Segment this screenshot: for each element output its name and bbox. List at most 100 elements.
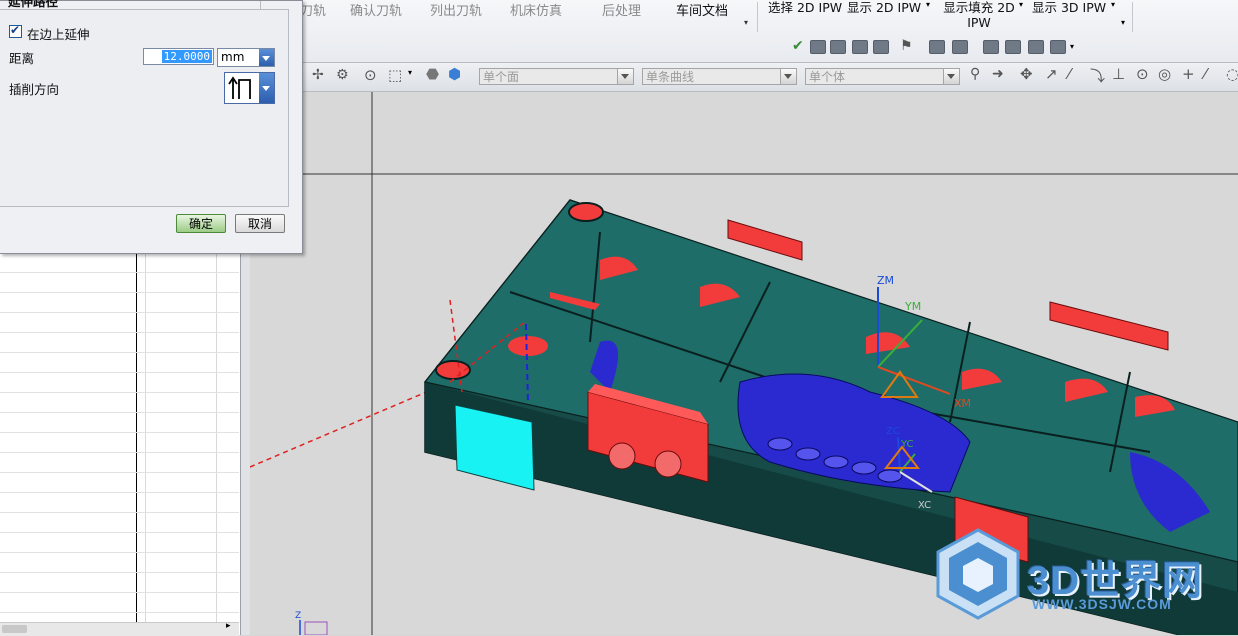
chevron-down-icon[interactable]: ▾ — [1070, 42, 1074, 51]
chevron-down-icon[interactable] — [259, 73, 274, 103]
table-row[interactable] — [0, 513, 239, 533]
control-point-icon[interactable]: ⤵ — [1090, 65, 1105, 86]
pocket-hole — [823, 455, 849, 469]
chevron-down-icon[interactable] — [780, 69, 796, 84]
more-snap-icon[interactable]: ◌ — [1226, 65, 1238, 83]
select-box-icon[interactable]: ⬚ — [388, 66, 402, 84]
chevron-down-icon[interactable] — [259, 49, 274, 66]
intersection-icon[interactable]: ⊥ — [1112, 65, 1125, 83]
distance-input[interactable]: 12.0000 — [143, 48, 214, 65]
triad-z-label: Z — [295, 611, 301, 621]
arrow-right-icon[interactable]: ➜ — [992, 66, 1004, 82]
pocket-hole — [851, 461, 877, 475]
existing-point-icon[interactable]: + — [1182, 65, 1195, 83]
chevron-down-icon[interactable] — [943, 69, 959, 84]
table-row[interactable] — [0, 593, 239, 613]
ok-button[interactable]: 确定 — [176, 214, 226, 233]
machine-icon[interactable] — [1028, 40, 1044, 54]
ribbon-tab-toolpath[interactable]: 刀轨 — [300, 0, 326, 19]
panel-splitter[interactable] — [240, 253, 250, 635]
ribbon-tab-list-toolpath[interactable]: 列出刀轨 — [430, 0, 482, 19]
body-filter-select[interactable]: 单个体 — [805, 68, 960, 85]
sort-icon[interactable] — [1005, 40, 1021, 54]
select-2d-ipw-button[interactable]: 选择 2D IPW — [768, 0, 842, 15]
side-hole — [654, 450, 682, 478]
quadrant-icon[interactable]: ◎ — [1158, 65, 1171, 83]
machine-icon[interactable] — [873, 40, 889, 54]
verify-check-icon[interactable]: ✔ — [792, 38, 804, 54]
table-row[interactable] — [0, 313, 239, 333]
table-row[interactable] — [0, 333, 239, 353]
endpoint-icon[interactable]: ↗ — [1045, 65, 1058, 83]
red-top-face — [727, 219, 803, 261]
ribbon-tab-machine-simulation[interactable]: 机床仿真 — [510, 0, 562, 19]
table-row[interactable] — [0, 273, 239, 293]
curve-filter-select[interactable]: 单条曲线 — [642, 68, 797, 85]
face-icon[interactable]: ⬣ — [426, 65, 439, 83]
tool-icon[interactable] — [1050, 40, 1066, 54]
flag-icon[interactable]: ⚑ — [900, 38, 913, 54]
point-on-curve-icon[interactable]: ⁄ — [1204, 65, 1207, 83]
selection-toolbar: ✢ ⚙ ⊙ ⬚ ▾ ⬣ ⬢ 单个面 单条曲线 单个体 ⚲ ➜ ✥ ↗ ⁄ ⤵ ⊥… — [250, 63, 1238, 92]
table-row[interactable] — [0, 473, 239, 493]
table-row[interactable] — [0, 393, 239, 413]
filter-icon[interactable]: ⚙ — [336, 67, 349, 83]
ribbon-more-icon[interactable]: ▾ — [744, 18, 748, 27]
corner-boss — [568, 202, 604, 222]
comment-icon[interactable] — [929, 40, 945, 54]
zc-label: ZC — [886, 426, 900, 437]
table-row[interactable] — [0, 453, 239, 473]
ribbon-tab-verify-toolpath[interactable]: 确认刀轨 — [350, 0, 402, 19]
ribbon-more-icon[interactable]: ▾ — [1121, 18, 1125, 27]
list-icon[interactable] — [983, 40, 999, 54]
show-fill-2d-ipw-button[interactable]: 显示填充 2D IPW — [939, 0, 1019, 30]
move-icon[interactable]: ✥ — [1020, 65, 1033, 83]
table-row[interactable] — [0, 253, 239, 273]
side-hole — [608, 442, 636, 470]
ribbon-separator — [1132, 2, 1133, 32]
cut-direction-select[interactable] — [224, 72, 275, 104]
machine-icon[interactable] — [852, 40, 868, 54]
arc-center-icon[interactable]: ⊙ — [1136, 65, 1149, 83]
table-row[interactable] — [0, 553, 239, 573]
table-row[interactable] — [0, 413, 239, 433]
extend-on-edge-label: 在边上延伸 — [27, 27, 90, 42]
ribbon-tab-shop-docs[interactable]: 车间文档 — [676, 0, 728, 19]
ribbon-separator — [757, 2, 758, 32]
chevron-down-icon[interactable]: ▾ — [408, 68, 412, 77]
dialog-section-header[interactable]: 延伸路径 — [0, 0, 260, 9]
document-icon[interactable] — [952, 40, 968, 54]
table-row[interactable] — [0, 293, 239, 313]
scroll-thumb[interactable] — [2, 625, 27, 633]
table-row[interactable] — [0, 433, 239, 453]
face-filter-select[interactable]: 单个面 — [479, 68, 634, 85]
ribbon-tab-postprocess[interactable]: 后处理 — [602, 0, 641, 19]
filter-settings-icon[interactable]: ⚲ — [970, 66, 980, 82]
machine-icon[interactable] — [810, 40, 826, 54]
extend-path-dialog: 延伸路径 在边上延伸 距离 12.0000 mm 插削方向 确定 取消 — [0, 0, 303, 254]
chevron-down-icon[interactable]: ▾ — [1019, 0, 1023, 9]
xm-label: XM — [954, 397, 971, 410]
curve-filter-value: 单条曲线 — [646, 70, 695, 84]
horizontal-scrollbar[interactable]: ▸ — [0, 621, 239, 636]
chevron-down-icon[interactable]: ▾ — [1111, 0, 1115, 9]
distance-unit-select[interactable]: mm — [217, 48, 275, 67]
chevron-down-icon[interactable] — [617, 69, 633, 84]
tool-path-line — [250, 381, 451, 468]
show-3d-ipw-button[interactable]: 显示 3D IPW — [1032, 0, 1106, 15]
extend-on-edge-checkbox[interactable] — [9, 23, 22, 38]
midpoint-icon[interactable]: ⁄ — [1068, 65, 1071, 83]
chevron-down-icon[interactable]: ▾ — [926, 0, 930, 9]
show-2d-ipw-button[interactable]: 显示 2D IPW — [847, 0, 921, 15]
table-row[interactable] — [0, 373, 239, 393]
table-row[interactable] — [0, 573, 239, 593]
cancel-button[interactable]: 取消 — [235, 214, 285, 233]
scroll-right-icon[interactable]: ▸ — [226, 621, 231, 631]
table-row[interactable] — [0, 533, 239, 553]
select-circle-icon[interactable]: ⊙ — [364, 66, 377, 84]
table-row[interactable] — [0, 353, 239, 373]
machine-icon[interactable] — [830, 40, 846, 54]
table-row[interactable] — [0, 493, 239, 513]
snap-icon[interactable]: ✢ — [312, 67, 324, 83]
solid-body-icon[interactable]: ⬢ — [448, 65, 461, 83]
